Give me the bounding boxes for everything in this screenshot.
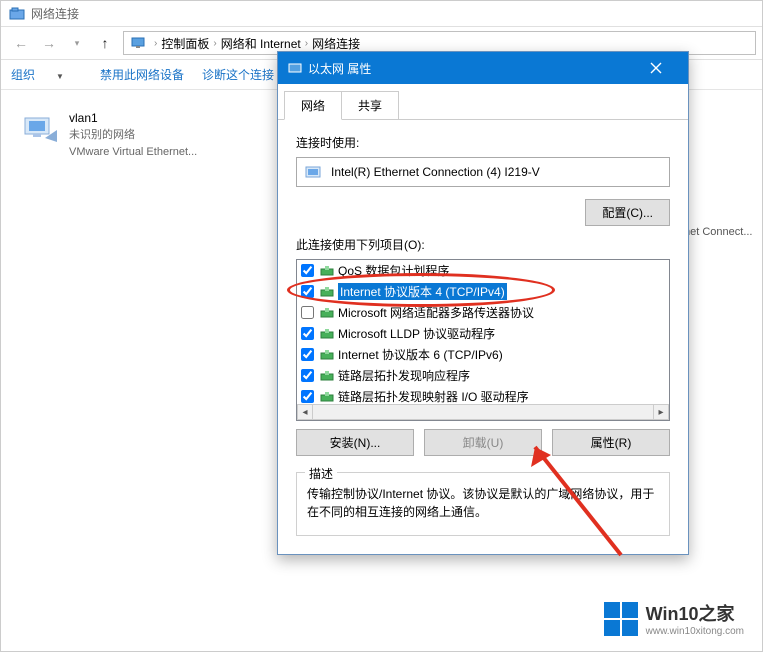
description-group: 描述 传输控制协议/Internet 协议。该协议是默认的广域网络协议，用于在不… xyxy=(296,472,670,536)
list-item-checkbox[interactable] xyxy=(301,369,314,382)
install-button[interactable]: 安装(N)... xyxy=(296,429,414,456)
list-item[interactable]: 链路层拓扑发现响应程序 xyxy=(297,365,669,386)
close-icon xyxy=(650,62,662,74)
crumb-control-panel[interactable]: 控制面板 xyxy=(161,35,209,52)
list-item-checkbox[interactable] xyxy=(301,348,314,361)
uninstall-button[interactable]: 卸载(U) xyxy=(424,429,542,456)
adapter-name: vlan1 xyxy=(69,110,197,127)
list-item-label: 链路层拓扑发现映射器 I/O 驱动程序 xyxy=(338,388,529,405)
dialog-body: 连接时使用: Intel(R) Ethernet Connection (4) … xyxy=(278,120,688,554)
list-item-label: Internet 协议版本 4 (TCP/IPv4) xyxy=(338,283,507,300)
adapter-icon xyxy=(21,110,61,150)
protocol-icon xyxy=(320,369,334,383)
list-item[interactable]: QoS 数据包计划程序 xyxy=(297,260,669,281)
protocol-icon xyxy=(320,264,334,278)
list-item-label: QoS 数据包计划程序 xyxy=(338,262,449,279)
list-item-checkbox[interactable] xyxy=(301,327,314,340)
up-button[interactable]: ↑ xyxy=(91,31,119,55)
protocol-icon xyxy=(320,348,334,362)
connect-using-label: 连接时使用: xyxy=(296,134,670,151)
scroll-left-arrow[interactable]: ◂ xyxy=(297,404,313,420)
list-item-label: 链路层拓扑发现响应程序 xyxy=(338,367,470,384)
items-label: 此连接使用下列项目(O): xyxy=(296,236,670,253)
partially-hidden-adapter[interactable]: net Connect... xyxy=(684,202,756,262)
tab-sharing[interactable]: 共享 xyxy=(342,91,399,120)
crumb-network-internet[interactable]: 网络和 Internet xyxy=(221,35,301,52)
list-item-checkbox[interactable] xyxy=(301,264,314,277)
watermark: Win10之家 www.win10xitong.com xyxy=(604,600,744,637)
dialog-close-button[interactable] xyxy=(634,52,678,84)
crumb-network-connections[interactable]: 网络连接 xyxy=(312,35,360,52)
ethernet-properties-dialog: 以太网 属性 网络 共享 连接时使用: Intel(R) Ethernet Co… xyxy=(277,51,689,555)
adapter-device: VMware Virtual Ethernet... xyxy=(69,144,197,161)
configure-button[interactable]: 配置(C)... xyxy=(585,199,670,226)
list-item-checkbox[interactable] xyxy=(301,390,314,403)
dialog-titlebar[interactable]: 以太网 属性 xyxy=(278,52,688,84)
window-title-row: 网络连接 xyxy=(1,1,762,26)
protocol-listbox[interactable]: QoS 数据包计划程序 Internet 协议版本 4 (TCP/IPv4) Mic… xyxy=(296,259,670,421)
description-text: 传输控制协议/Internet 协议。该协议是默认的广域网络协议，用于在不同的相… xyxy=(307,485,659,521)
chevron-icon: › xyxy=(213,38,216,49)
toolbar-organize[interactable]: 组织▼ xyxy=(11,66,82,83)
forward-button[interactable]: → xyxy=(35,31,63,55)
dialog-tabs: 网络 共享 xyxy=(278,84,688,120)
protocol-icon xyxy=(320,306,334,320)
toolbar-disable-device[interactable]: 禁用此网络设备 xyxy=(100,66,184,83)
nic-titlebar-icon xyxy=(288,61,302,75)
list-item[interactable]: Microsoft LLDP 协议驱动程序 xyxy=(297,323,669,344)
adapter-display-name: Intel(R) Ethernet Connection (4) I219-V xyxy=(331,165,540,179)
network-folder-icon xyxy=(9,6,25,22)
list-item-checkbox[interactable] xyxy=(301,306,314,319)
adapter-status: 未识别的网络 xyxy=(69,127,197,144)
toolbar-diagnose[interactable]: 诊断这个连接 xyxy=(202,66,274,83)
scroll-track[interactable] xyxy=(313,404,653,420)
horizontal-scrollbar[interactable]: ◂ ▸ xyxy=(297,404,669,420)
adapter-display-box: Intel(R) Ethernet Connection (4) I219-V xyxy=(296,157,670,187)
list-item[interactable]: Internet 协议版本 4 (TCP/IPv4) xyxy=(297,281,669,302)
recent-dropdown[interactable]: ▾ xyxy=(63,31,91,55)
list-item[interactable]: 链路层拓扑发现映射器 I/O 驱动程序 xyxy=(297,386,669,406)
list-item-label: Microsoft LLDP 协议驱动程序 xyxy=(338,325,495,342)
list-item-checkbox[interactable] xyxy=(301,285,314,298)
tab-network[interactable]: 网络 xyxy=(284,91,342,120)
scroll-right-arrow[interactable]: ▸ xyxy=(653,404,669,420)
protocol-icon xyxy=(320,390,334,404)
back-button[interactable]: ← xyxy=(7,31,35,55)
window-title-text: 网络连接 xyxy=(31,5,79,22)
adapter-lines: vlan1 未识别的网络 VMware Virtual Ethernet... xyxy=(69,110,197,161)
description-legend: 描述 xyxy=(305,465,337,482)
windows-logo-icon xyxy=(604,602,638,636)
protocol-icon xyxy=(320,285,334,299)
list-item-label: Internet 协议版本 6 (TCP/IPv6) xyxy=(338,346,503,363)
watermark-title: Win10之家 xyxy=(646,600,744,626)
action-button-row: 安装(N)... 卸载(U) 属性(R) xyxy=(296,429,670,456)
protocol-icon xyxy=(320,327,334,341)
watermark-url: www.win10xitong.com xyxy=(646,626,744,637)
properties-button[interactable]: 属性(R) xyxy=(552,429,670,456)
list-item[interactable]: Internet 协议版本 6 (TCP/IPv6) xyxy=(297,344,669,365)
dialog-title-text: 以太网 属性 xyxy=(308,60,371,77)
chevron-icon: › xyxy=(305,38,308,49)
nic-icon xyxy=(305,164,323,180)
list-item[interactable]: Microsoft 网络适配器多路传送器协议 xyxy=(297,302,669,323)
network-icon xyxy=(130,35,146,51)
chevron-icon: › xyxy=(154,38,157,49)
list-item-label: Microsoft 网络适配器多路传送器协议 xyxy=(338,304,534,321)
adapter-item-vlan1[interactable]: vlan1 未识别的网络 VMware Virtual Ethernet... xyxy=(21,110,241,161)
